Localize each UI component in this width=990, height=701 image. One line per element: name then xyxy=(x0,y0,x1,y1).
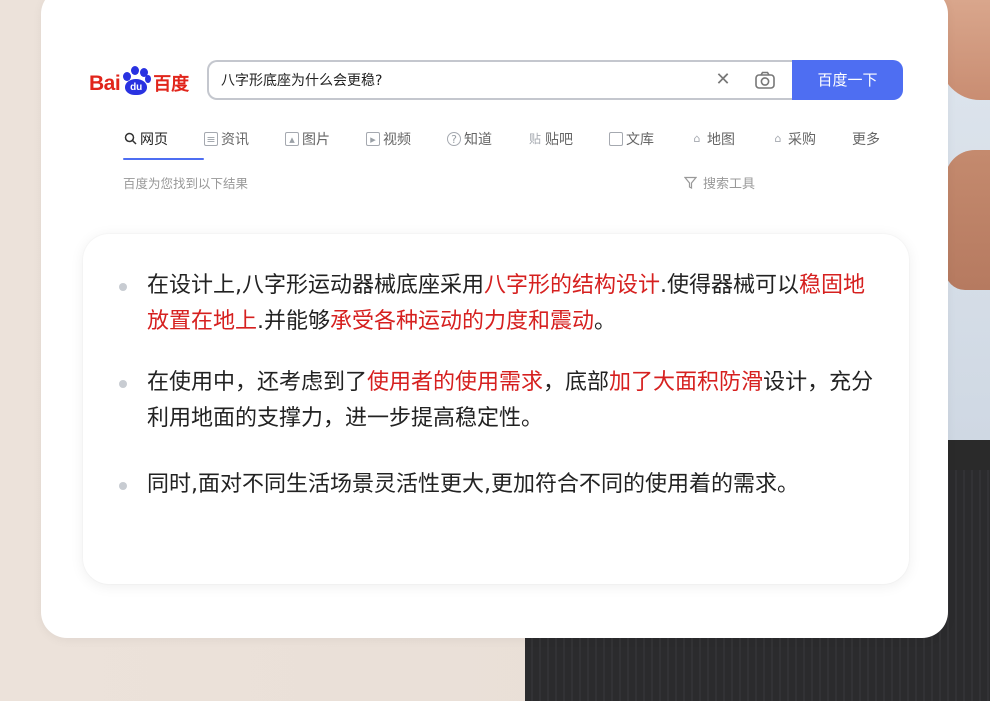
list-item: 同时,面对不同生活场景灵活性更大,更加符合不同的使用着的需求。 xyxy=(119,467,879,503)
tab-tieba[interactable]: 贴 贴吧 xyxy=(528,128,609,150)
search-icon xyxy=(123,132,137,146)
tab-label: 文库 xyxy=(626,132,654,148)
tab-label: 贴吧 xyxy=(545,132,573,148)
tab-news[interactable]: ≡ 资讯 xyxy=(204,128,285,150)
shop-icon: ⌂ xyxy=(774,132,782,145)
document-icon xyxy=(609,132,623,146)
paw-icon: du xyxy=(121,66,152,96)
tab-label: 采购 xyxy=(788,132,816,148)
tab-label: 知道 xyxy=(464,132,492,148)
tab-web[interactable]: 网页 xyxy=(123,128,204,160)
video-icon: ▸ xyxy=(366,132,380,146)
tab-label: 地图 xyxy=(707,132,735,148)
tab-label: 图片 xyxy=(302,132,330,148)
baidu-logo[interactable]: Bai du 百度 xyxy=(89,64,189,96)
list-item: 在设计上,八字形运动器械底座采用八字形的结构设计.使得器械可以稳固地放置在地上.… xyxy=(119,268,879,340)
camera-icon[interactable] xyxy=(754,70,776,90)
list-item: 在使用中，还考虑到了使用者的使用需求，底部加了大面积防滑设计，充分利用地面的支撑… xyxy=(119,365,879,437)
search-tabs: 网页 ≡ 资讯 ▴ 图片 ▸ 视频 ? 知道 贴 贴吧 文库 ⌂ 地图 ⌂ 采购… xyxy=(123,128,892,160)
background-person-arm-lower xyxy=(945,150,990,290)
tab-zhidao[interactable]: ? 知道 xyxy=(447,128,528,150)
tieba-icon: 贴 xyxy=(528,132,541,146)
search-page-card: Bai du 百度 ✕ 百度一下 网页 ≡ xyxy=(41,0,948,638)
logo-text-du: du xyxy=(125,79,148,95)
tab-label: 视频 xyxy=(383,132,411,148)
bullet-dot xyxy=(119,482,127,490)
clear-icon[interactable]: ✕ xyxy=(713,70,733,90)
tab-map[interactable]: ⌂ 地图 xyxy=(690,128,771,150)
search-button[interactable]: 百度一下 xyxy=(792,60,903,100)
tab-label: 更多 xyxy=(852,132,880,148)
filter-icon xyxy=(684,176,697,189)
background-person-belt xyxy=(948,440,990,470)
tab-shop[interactable]: ⌂ 采购 xyxy=(771,128,852,150)
list-item-text: 同时,面对不同生活场景灵活性更大,更加符合不同的使用着的需求。 xyxy=(147,472,799,497)
list-item-text: 在使用中，还考虑到了使用者的使用需求，底部加了大面积防滑设计，充分利用地面的支撑… xyxy=(147,370,874,431)
search-input[interactable] xyxy=(221,62,701,98)
tab-label: 资讯 xyxy=(221,132,249,148)
tab-wenku[interactable]: 文库 xyxy=(609,128,690,150)
search-tools-label: 搜索工具 xyxy=(703,177,756,192)
tab-images[interactable]: ▴ 图片 xyxy=(285,128,366,150)
map-icon: ⌂ xyxy=(693,132,701,145)
tab-video[interactable]: ▸ 视频 xyxy=(366,128,447,150)
logo-text-bai: Bai xyxy=(89,72,121,95)
bullet-dot xyxy=(119,380,127,388)
news-icon: ≡ xyxy=(204,132,218,146)
question-icon: ? xyxy=(447,132,461,146)
tab-more[interactable]: 更多 xyxy=(852,128,892,150)
search-box: ✕ xyxy=(207,60,794,100)
bullet-dot xyxy=(119,283,127,291)
list-item-text: 在设计上,八字形运动器械底座采用八字形的结构设计.使得器械可以稳固地放置在地上.… xyxy=(147,273,866,334)
tab-label: 网页 xyxy=(140,132,168,148)
search-tools-button[interactable]: 搜索工具 xyxy=(684,173,755,192)
image-icon: ▴ xyxy=(285,132,299,146)
logo-text-cn: 百度 xyxy=(153,74,190,95)
result-count-text: 百度为您找到以下结果 xyxy=(123,176,249,191)
answer-card: 在设计上,八字形运动器械底座采用八字形的结构设计.使得器械可以稳固地放置在地上.… xyxy=(83,234,909,584)
